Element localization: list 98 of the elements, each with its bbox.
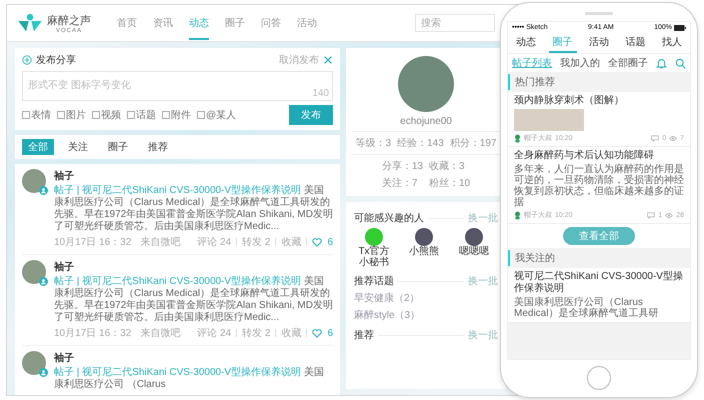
- eye-icon: [665, 212, 674, 218]
- heart-icon[interactable]: [312, 328, 322, 338]
- nav-tab[interactable]: 活动: [297, 6, 317, 40]
- like-count: 6: [327, 236, 333, 248]
- like-count: 6: [327, 328, 333, 338]
- phone-tab[interactable]: 话题: [621, 33, 650, 53]
- logo-title: 麻醉之声: [47, 14, 91, 28]
- avatar-icon: [514, 210, 521, 220]
- toolbar-item[interactable]: 图片: [57, 108, 86, 122]
- avatar-icon: [514, 134, 521, 142]
- post-excerpt: 美国康利思医疗公司（Clarus Medical）是全球麻醉气道工具研: [514, 297, 660, 319]
- publish-button[interactable]: 发布: [289, 105, 333, 125]
- toolbar-item[interactable]: 附件: [162, 108, 191, 122]
- toolbar-item[interactable]: 表情: [22, 108, 51, 122]
- favorite-link[interactable]: 收藏: [281, 326, 302, 340]
- search-field[interactable]: 搜索: [415, 14, 495, 32]
- eye-icon: [669, 134, 678, 142]
- post-source: 来自微吧: [140, 236, 180, 249]
- post-title[interactable]: 视可尼二代ShiKani CVS-30000-V型操作保养说明: [514, 271, 684, 295]
- post-text: 帖子 | 视可尼二代ShiKani CVS-30000-V型操作保养说明 美国康利思医疗公司（Clarus Medical）是全球麻醉气道工具研发的先驱。早在1972年由美国霍普金斯医学院Alan Shikani, MD发明了可塑光纤硬质管芯。后由美国康利思医疗Medic...: [54, 185, 333, 233]
- post-link[interactable]: 帖子 | 视可尼二代ShiKani CVS-30000-V型操作保养说明: [54, 367, 302, 378]
- profile-count[interactable]: 收藏：3: [429, 159, 470, 173]
- post-title[interactable]: 颈内静脉穿刺术（图解）: [514, 95, 624, 107]
- nav-tab[interactable]: 动态: [189, 6, 209, 40]
- feed-tab[interactable]: 推荐: [142, 139, 174, 155]
- heart-icon[interactable]: [312, 238, 322, 246]
- section-label: 热门推荐: [508, 74, 690, 90]
- username[interactable]: echojune00: [400, 116, 452, 127]
- illustration-placeholder: [514, 109, 584, 131]
- home-button[interactable]: [587, 366, 611, 390]
- post-title[interactable]: 全身麻醉药与术后认知功能障碍: [514, 150, 654, 162]
- phone-tab[interactable]: 动态: [512, 33, 540, 53]
- post-time: 10月17日 16：32: [54, 236, 132, 249]
- user-badge-icon: [39, 368, 48, 377]
- phone-subtab[interactable]: 我加入的: [560, 56, 600, 70]
- phone-subtab[interactable]: 帖子列表: [512, 56, 552, 70]
- toolbar-item[interactable]: 视频: [92, 108, 121, 122]
- post-input-field[interactable]: 形式不变 图标字号变化 140: [22, 71, 333, 101]
- cancel-link[interactable]: 取消发布: [279, 53, 319, 67]
- profile-stat: 等级：3: [356, 137, 392, 150]
- phone-subtab[interactable]: 全部圈子: [608, 56, 648, 70]
- comment-link[interactable]: 评论 24: [197, 326, 232, 340]
- avatar-photo-placeholder[interactable]: [465, 228, 483, 246]
- post-text: 帖子 | 视可尼二代ShiKani CVS-30000-V型操作保养说明 美国康利思医疗公司 （Clarus: [54, 367, 325, 391]
- avatar-photo-placeholder[interactable]: [415, 228, 433, 246]
- person-name[interactable]: 小熊熊: [409, 246, 439, 257]
- bell-icon[interactable]: [656, 58, 667, 68]
- view-all-button[interactable]: 查看全部: [563, 227, 635, 245]
- toolbar-item[interactable]: 话题: [127, 108, 156, 122]
- comment-link[interactable]: 评论 24: [197, 235, 232, 249]
- post-time: 10月17日 16：32: [54, 327, 132, 340]
- feed-tab[interactable]: 圈子: [102, 139, 134, 155]
- section-label: 我关注的: [508, 250, 690, 266]
- topic-link[interactable]: 早安健康（2）: [354, 291, 498, 305]
- post-source: 来自微吧: [140, 326, 180, 340]
- share-link[interactable]: 转发 2: [242, 235, 270, 249]
- section-title: 推荐: [354, 328, 374, 342]
- toolbar-item[interactable]: @某人: [197, 108, 236, 122]
- user-badge-icon: [39, 277, 48, 286]
- phone-tab[interactable]: 找人: [658, 33, 686, 53]
- user-badge-icon: [39, 186, 48, 195]
- person-name[interactable]: Tx官方小秘书: [354, 246, 394, 268]
- nav-tab[interactable]: 问答: [261, 6, 281, 40]
- nav-tab[interactable]: 圈子: [225, 6, 245, 40]
- profile-count[interactable]: 分享：13: [382, 159, 423, 173]
- refresh-link[interactable]: 换一批: [468, 328, 498, 342]
- post-excerpt: 多年来，人们一直认为麻醉药的作用是可逆的，一旦药物清除，受损害的神经恢复到原初状态，但临床越来越多的证据: [514, 164, 684, 208]
- favorite-link[interactable]: 收藏: [281, 235, 302, 249]
- profile-stat: 经验：143: [397, 137, 444, 150]
- plus-circle-icon: [22, 55, 32, 65]
- close-icon[interactable]: [323, 55, 333, 65]
- topic-link[interactable]: 麻醉style（3）: [354, 308, 498, 322]
- author-name[interactable]: 袖子: [54, 169, 74, 183]
- section-title: 推荐话题: [354, 274, 394, 288]
- section-title: 可能感兴趣的人: [354, 212, 424, 225]
- post-text: 帖子 | 视可尼二代ShiKani CVS-30000-V型操作保养说明 美国康利思医疗公司（Clarus Medical）是全球麻醉气道工具研发的先驱。早在1972年由美国霍普金斯医学院Alan Shikani, MD发明了可塑光纤硬质管芯。后由美国康利思医疗Medic...: [54, 276, 333, 324]
- nav-tab[interactable]: 资讯: [153, 6, 173, 40]
- phone-tab[interactable]: 活动: [584, 33, 613, 53]
- profile-stat: 积分：197: [450, 137, 496, 150]
- person-name[interactable]: 嗯嗯嗯: [459, 246, 489, 257]
- logo-icon: [17, 13, 43, 33]
- share-link[interactable]: 转发 2: [242, 326, 270, 340]
- comment-icon: [647, 212, 656, 218]
- feed-tab[interactable]: 全部: [22, 139, 54, 155]
- post-link[interactable]: 帖子 | 视可尼二代ShiKani CVS-30000-V型操作保养说明: [54, 185, 302, 196]
- comment-icon: [651, 134, 660, 142]
- profile-count[interactable]: 关注：7: [382, 176, 423, 190]
- battery-icon: [674, 24, 686, 30]
- refresh-link[interactable]: 换一批: [468, 274, 498, 288]
- nav-tab[interactable]: 首页: [117, 6, 137, 40]
- author-name[interactable]: 袖子: [54, 260, 74, 274]
- post-link[interactable]: 帖子 | 视可尼二代ShiKani CVS-30000-V型操作保养说明: [54, 276, 302, 287]
- composer-title: 发布分享: [36, 54, 76, 67]
- search-icon[interactable]: [675, 58, 686, 68]
- refresh-link[interactable]: 换一批: [468, 211, 498, 225]
- author-name[interactable]: 袖子: [54, 351, 74, 365]
- feed-tab[interactable]: 关注: [62, 139, 94, 155]
- profile-count[interactable]: 粉丝：10: [429, 176, 470, 190]
